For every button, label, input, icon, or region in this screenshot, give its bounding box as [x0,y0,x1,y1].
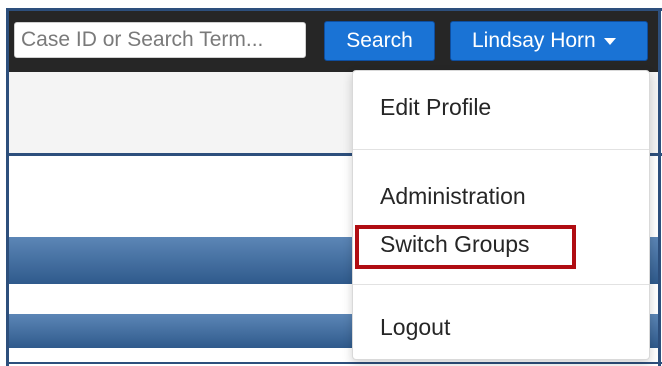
caret-down-icon [603,37,616,45]
menu-item-logout[interactable]: Logout [380,314,450,341]
user-name-label: Lindsay Horn [472,29,596,52]
search-input[interactable] [14,22,306,58]
frame-right-line [658,10,661,366]
menu-divider [353,284,649,285]
highlight-box [355,225,576,269]
menu-item-administration[interactable]: Administration [380,183,526,210]
menu-item-edit-profile[interactable]: Edit Profile [380,94,491,121]
search-button[interactable]: Search [324,21,435,61]
menu-divider [353,149,649,150]
frame-bottom-line [6,362,662,364]
user-dropdown-menu: Edit Profile Administration Switch Group… [352,70,650,360]
user-menu-button[interactable]: Lindsay Horn [450,21,648,61]
frame-left-line [6,10,9,366]
